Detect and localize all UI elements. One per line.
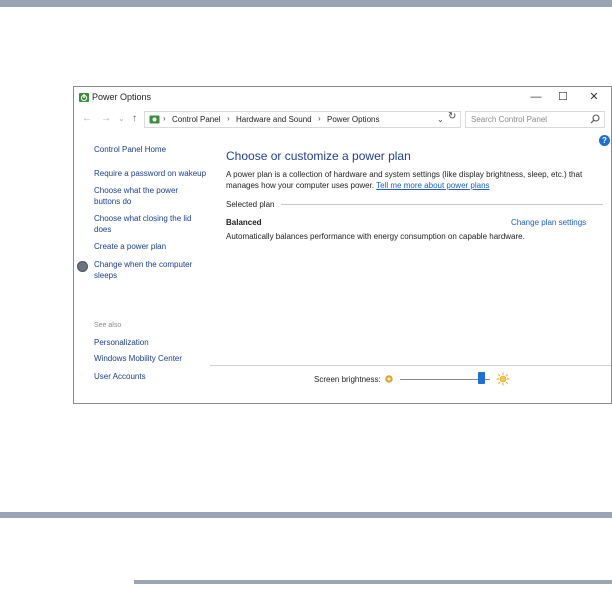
search-input[interactable]: Search Control Panel <box>465 111 605 128</box>
sidebar-item-power-buttons[interactable]: Choose what the power <box>94 185 178 196</box>
brightness-slider-thumb[interactable] <box>477 372 485 384</box>
page-title: Choose or customize a power plan <box>226 149 411 163</box>
breadcrumb-power-options[interactable]: Power Options <box>327 115 379 124</box>
breadcrumb-separator: › <box>318 114 321 123</box>
page-rule-middle <box>0 512 612 518</box>
back-button[interactable]: ← <box>82 112 92 126</box>
page-rule-bottom <box>134 580 612 584</box>
change-plan-settings-link[interactable]: Change plan settings <box>511 218 586 227</box>
minimize-button[interactable]: — <box>524 89 548 105</box>
forward-button[interactable]: → <box>101 112 111 126</box>
power-options-window: Power Options — ☐ ✕ ← → ⌄ ↑ › Control Pa… <box>73 86 612 404</box>
plan-name: Balanced <box>226 218 262 227</box>
breadcrumb-separator: › <box>163 114 166 123</box>
power-options-icon <box>79 93 89 102</box>
brightness-label: Screen brightness: <box>314 375 381 384</box>
brightness-slider-track[interactable] <box>400 379 490 380</box>
selected-plan-label: Selected plan <box>226 200 275 209</box>
sidebar-item-power-buttons-line2[interactable]: buttons do <box>94 196 131 207</box>
sun-dim-icon[interactable] <box>384 374 394 384</box>
breadcrumb-separator: › <box>227 114 230 123</box>
control-panel-icon <box>149 115 160 124</box>
window-title: Power Options <box>92 92 152 102</box>
sidebar-item-mobility-center[interactable]: Windows Mobility Center <box>94 353 182 364</box>
sidebar-item-require-password[interactable]: Require a password on wakeup <box>94 168 206 179</box>
maximize-button[interactable]: ☐ <box>551 89 575 105</box>
breadcrumb-hardware-and-sound[interactable]: Hardware and Sound <box>236 115 312 124</box>
sidebar-item-change-sleep-line2[interactable]: sleeps <box>94 270 117 281</box>
footer-divider <box>210 365 611 366</box>
address-field[interactable]: › Control Panel › Hardware and Sound › P… <box>144 111 461 128</box>
sidebar-item-control-panel-home[interactable]: Control Panel Home <box>94 144 166 155</box>
title-bar: Power Options — ☐ ✕ <box>74 87 611 107</box>
page-rule-top <box>0 0 612 7</box>
section-divider <box>281 204 603 205</box>
plan-description: Automatically balances performance with … <box>226 232 525 241</box>
sidebar-item-closing-lid-line2[interactable]: does <box>94 224 111 235</box>
sidebar-item-closing-lid[interactable]: Choose what closing the lid <box>94 213 191 224</box>
address-dropdown-button[interactable]: ⌄ <box>437 115 444 124</box>
learn-more-link[interactable]: Tell me more about power plans <box>376 181 489 190</box>
sidebar-item-change-sleep[interactable]: Change when the computer <box>94 259 192 270</box>
search-icon[interactable] <box>590 114 600 124</box>
address-bar: ← → ⌄ ↑ › Control Panel › Hardware and S… <box>74 109 611 129</box>
up-button[interactable]: ↑ <box>132 112 137 126</box>
sidebar-item-personalization[interactable]: Personalization <box>94 337 149 348</box>
refresh-button[interactable]: ↻ <box>448 111 456 122</box>
sidebar-item-create-power-plan[interactable]: Create a power plan <box>94 241 166 252</box>
see-also-label: See also <box>94 322 122 329</box>
recent-locations-button[interactable]: ⌄ <box>118 112 125 126</box>
sun-bright-icon[interactable] <box>496 372 510 386</box>
moon-icon <box>77 261 88 272</box>
close-button[interactable]: ✕ <box>582 89 606 105</box>
page-description: A power plan is a collection of hardware… <box>226 169 596 191</box>
help-icon[interactable]: ? <box>599 135 610 146</box>
breadcrumb-control-panel[interactable]: Control Panel <box>172 115 220 124</box>
sidebar-item-user-accounts[interactable]: User Accounts <box>94 371 146 382</box>
search-placeholder: Search Control Panel <box>471 115 548 124</box>
